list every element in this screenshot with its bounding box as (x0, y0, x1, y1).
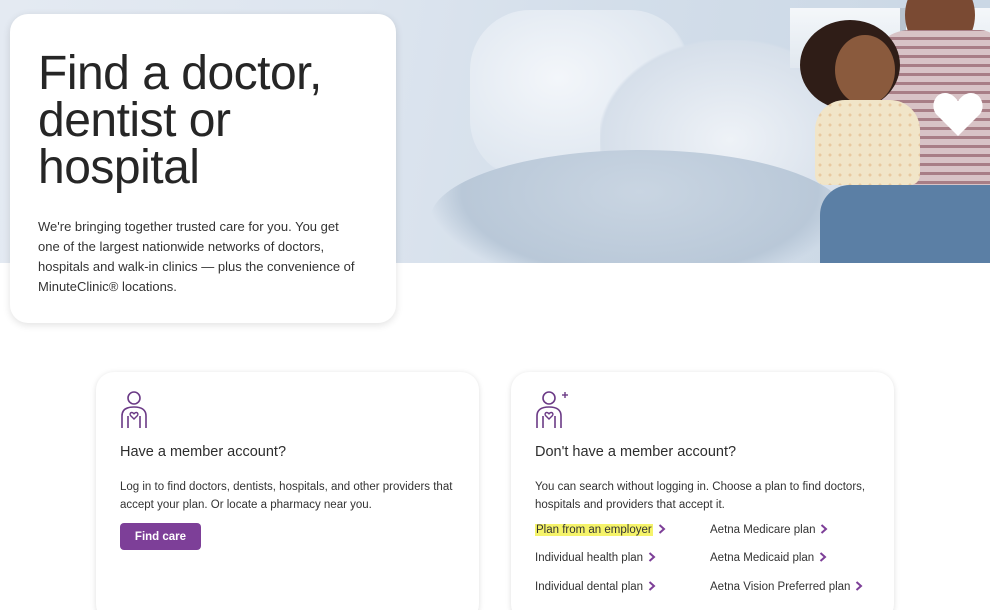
chevron-right-icon (648, 552, 656, 562)
person-heart-plus-icon (536, 391, 568, 428)
hero-description: We're bringing together trusted care for… (38, 219, 355, 294)
plan-link-medicare[interactable]: Aetna Medicare plan (710, 522, 828, 539)
hero-card: Find a doctor, dentist or hospital We're… (10, 14, 396, 323)
page-title: Find a doctor, dentist or hospital (38, 47, 322, 194)
chevron-right-icon (658, 524, 666, 534)
plan-link-individual-dental[interactable]: Individual dental plan (535, 579, 656, 596)
chevron-right-icon (820, 552, 827, 562)
plan-link-vision-preferred[interactable]: Aetna Vision Preferred plan (710, 579, 863, 596)
heart-logo-icon (933, 93, 983, 136)
plan-link-individual-health[interactable]: Individual health plan (535, 550, 656, 567)
guest-card-heading: Don't have a member account? (535, 444, 737, 460)
chevron-right-icon (821, 524, 828, 534)
member-account-card: Have a member account? Log in to find do… (96, 372, 479, 610)
member-card-body: Log in to find doctors, dentists, hospit… (120, 481, 453, 511)
guest-card-body: You can search without logging in. Choos… (535, 481, 866, 511)
plan-link-employer[interactable]: Plan from an employer (535, 522, 666, 539)
person-heart-icon (121, 391, 147, 428)
member-card-heading: Have a member account? (120, 444, 287, 460)
chevron-right-icon (856, 581, 863, 591)
find-care-button[interactable]: Find care (120, 523, 201, 550)
guest-account-card: Don't have a member account? You can sea… (511, 372, 894, 610)
chevron-right-icon (648, 581, 656, 591)
plan-link-medicaid[interactable]: Aetna Medicaid plan (710, 550, 827, 567)
